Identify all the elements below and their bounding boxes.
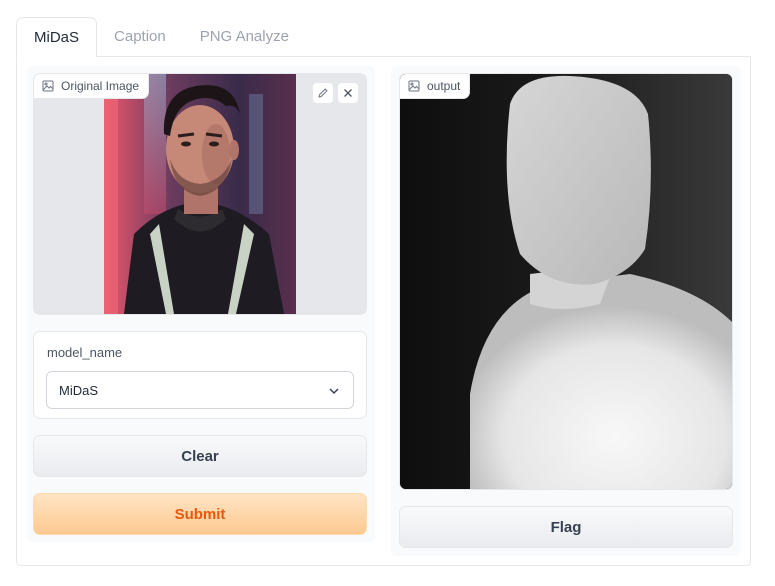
pencil-icon (318, 88, 328, 98)
model-name-dropdown[interactable]: MiDaS (46, 371, 354, 409)
image-icon (408, 80, 420, 92)
clear-button[interactable]: Clear (33, 435, 367, 477)
original-image-upload[interactable]: Original Image (33, 73, 367, 315)
flag-button[interactable]: Flag (399, 506, 733, 548)
tab-caption[interactable]: Caption (97, 17, 183, 57)
tab-midas[interactable]: MiDaS (16, 17, 98, 57)
depth-map (400, 74, 732, 489)
portrait-photo (104, 74, 296, 314)
output-label-chip: output (400, 74, 471, 99)
clear-image-button[interactable] (337, 82, 359, 104)
output-label: output (427, 79, 461, 93)
original-image-label: Original Image (61, 79, 140, 93)
close-icon (344, 89, 352, 97)
model-name-label: model_name (47, 345, 123, 360)
model-name-block: model_name MiDaS (33, 331, 367, 419)
submit-button[interactable]: Submit (33, 493, 367, 535)
chevron-down-icon (329, 388, 339, 395)
original-image-label-chip: Original Image (34, 74, 150, 99)
image-icon (42, 80, 54, 92)
model-name-value: MiDaS (59, 382, 99, 398)
output-image: output (399, 73, 733, 490)
tab-bar: MiDaS Caption PNG Analyze (16, 17, 306, 57)
edit-image-button[interactable] (312, 82, 334, 104)
tab-png-analyze[interactable]: PNG Analyze (183, 17, 306, 57)
